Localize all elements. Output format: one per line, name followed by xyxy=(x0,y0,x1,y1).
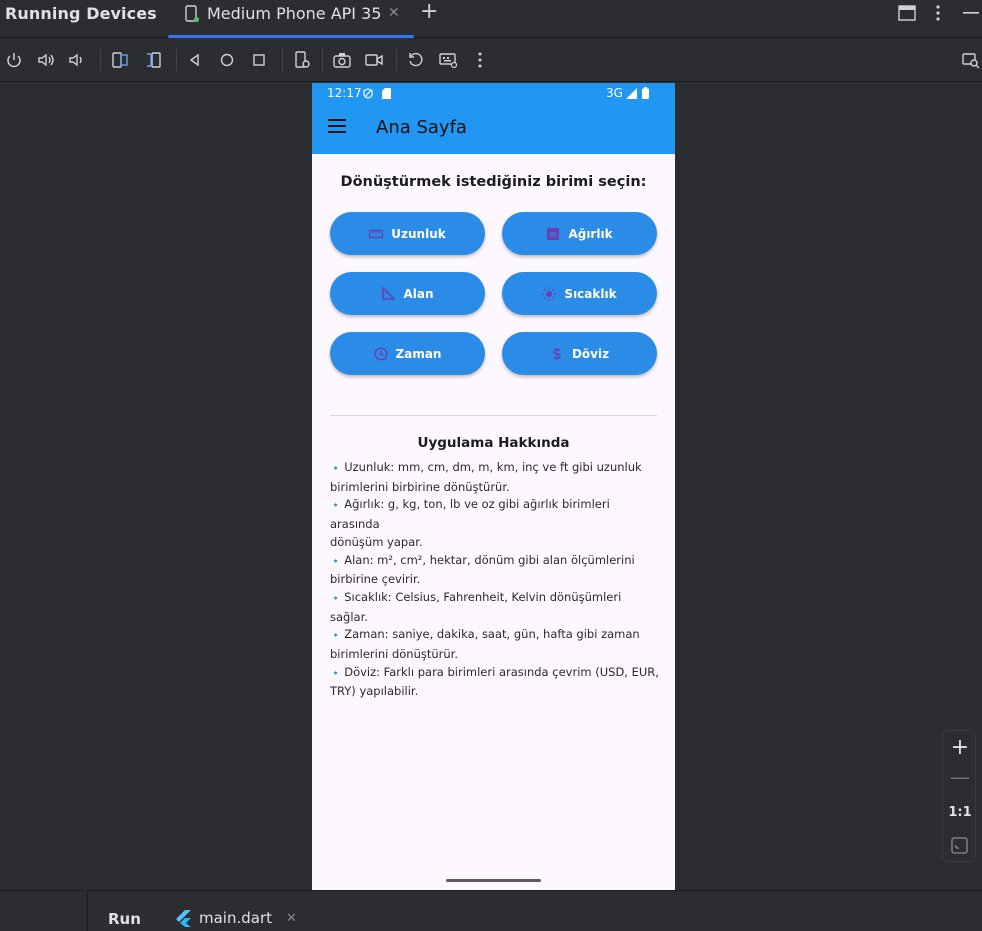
minimize-icon[interactable] xyxy=(963,12,979,14)
button-label: Alan xyxy=(403,286,434,301)
diamond-icon: 🔹 xyxy=(330,556,342,567)
about-line: 🔹 Alan: m², cm², hektar, dönüm gibi alan … xyxy=(330,552,635,567)
run-tab[interactable]: Run xyxy=(108,910,141,928)
about-line: 🔹 Ağırlık: g, kg, ton, lb ve oz gibi ağır… xyxy=(330,497,610,532)
close-icon[interactable]: ✕ xyxy=(388,5,400,21)
rotate-right-icon[interactable] xyxy=(143,50,163,70)
time-button[interactable]: Zaman xyxy=(330,332,485,375)
volume-down-icon[interactable] xyxy=(67,50,87,70)
diamond-icon: 🔹 xyxy=(330,501,342,512)
ruler-icon xyxy=(369,229,384,238)
layout-icon[interactable] xyxy=(898,5,916,21)
shield-icon xyxy=(363,88,373,99)
diamond-icon: 🔹 xyxy=(330,631,342,642)
about-text: 🔹 Uzunluk: mm, cm, dm, m, km, inç ve ft g… xyxy=(330,459,662,701)
app-bar: Ana Sayfa xyxy=(312,103,675,154)
zoom-in-icon[interactable]: + xyxy=(943,735,977,760)
about-line: birimlerini birbirine dönüştürür. xyxy=(330,479,510,494)
zoom-actual-size-button[interactable]: 1:1 xyxy=(943,805,977,820)
title-bar: Running Devices Medium Phone API 35 ✕ + xyxy=(0,0,982,38)
about-line: TRY) yapılabilir. xyxy=(330,684,419,699)
area-icon xyxy=(382,286,396,300)
temperature-button[interactable]: Sıcaklık xyxy=(502,272,657,315)
fit-screen-icon[interactable] xyxy=(951,837,968,854)
reset-icon[interactable] xyxy=(406,50,426,70)
screen-record-icon[interactable] xyxy=(364,50,384,70)
status-time: 12:17 xyxy=(327,86,362,100)
about-line: sağlar. xyxy=(330,609,368,624)
device-tab-label: Medium Phone API 35 xyxy=(207,4,382,23)
divider xyxy=(330,415,657,416)
app-title: Ana Sayfa xyxy=(376,117,467,138)
button-label: Döviz xyxy=(571,346,610,361)
about-line: dönüşüm yapar. xyxy=(330,534,423,549)
zoom-controls: + — 1:1 xyxy=(942,730,976,862)
screenshot-icon[interactable] xyxy=(332,50,352,70)
toolbar-separator xyxy=(322,49,323,71)
about-title: Uygulama Hakkında xyxy=(417,435,570,451)
active-tab-indicator xyxy=(168,35,414,38)
toolbar-separator xyxy=(100,49,101,71)
button-label: Sıcaklık xyxy=(564,286,617,301)
weight-button[interactable]: Ağırlık xyxy=(502,212,657,255)
network-label: 3G xyxy=(606,86,623,100)
overview-icon[interactable] xyxy=(249,50,269,70)
device-toolbar xyxy=(0,39,982,82)
battery-icon xyxy=(642,87,649,99)
flutter-icon xyxy=(176,910,191,927)
device-tab[interactable]: Medium Phone API 35 ✕ xyxy=(168,0,414,38)
about-line: birbirine çevirir. xyxy=(330,572,421,587)
file-tab[interactable]: main.dart xyxy=(199,909,272,927)
button-label: Ağırlık xyxy=(568,226,613,241)
diamond-icon: 🔹 xyxy=(330,593,342,604)
bottom-tool-bar: Run main.dart ✕ xyxy=(0,890,982,931)
zoom-out-icon[interactable]: — xyxy=(943,765,977,789)
sun-icon xyxy=(542,286,557,301)
clock-icon xyxy=(374,346,388,361)
signal-icon xyxy=(626,88,637,99)
about-line: 🔹 Döviz: Farklı para birimleri arasında ç… xyxy=(330,664,659,679)
device-mirroring-icon[interactable] xyxy=(961,50,981,70)
device-settings-icon[interactable] xyxy=(292,50,312,70)
add-tab-icon[interactable]: + xyxy=(420,1,438,23)
area-button[interactable]: Alan xyxy=(330,272,485,315)
sd-card-icon xyxy=(382,88,391,99)
device-icon xyxy=(185,5,200,23)
button-label: Uzunluk xyxy=(391,226,446,241)
toolbar-separator xyxy=(396,49,397,71)
length-button[interactable]: Uzunluk xyxy=(330,212,485,255)
options-icon[interactable] xyxy=(934,4,942,22)
toolbar-separator xyxy=(282,49,283,71)
volume-up-icon[interactable] xyxy=(36,50,56,70)
about-line: birimlerini dönüştürür. xyxy=(330,647,458,662)
toolbar-separator xyxy=(176,49,177,71)
phone-screen[interactable]: 12:17 3G Ana Sayfa Dönüştürmek istediğin… xyxy=(312,83,675,890)
about-line: 🔹 Uzunluk: mm, cm, dm, m, km, inç ve ft g… xyxy=(330,460,642,474)
home-icon[interactable] xyxy=(217,50,237,70)
keyboard-icon[interactable] xyxy=(438,50,458,70)
more-icon[interactable] xyxy=(470,50,490,70)
dollar-icon xyxy=(553,347,561,360)
about-line: 🔹 Zaman: saniye, dakika, saat, gün, hafta… xyxy=(330,627,640,642)
menu-icon[interactable] xyxy=(328,119,346,133)
currency-button[interactable]: Döviz xyxy=(502,332,657,375)
about-line: 🔹 Sıcaklık: Celsius, Fahrenheit, Kelvin d… xyxy=(330,589,622,604)
gesture-nav-handle[interactable] xyxy=(446,879,541,882)
close-icon[interactable]: ✕ xyxy=(286,911,297,926)
power-icon[interactable] xyxy=(4,50,24,70)
rotate-left-icon[interactable] xyxy=(110,50,130,70)
panel-title: Running Devices xyxy=(5,4,157,23)
select-unit-heading: Dönüştürmek istediğiniz birimi seçin: xyxy=(340,174,647,190)
bottom-left-pane xyxy=(0,891,88,931)
diamond-icon: 🔹 xyxy=(330,668,342,679)
status-bar: 12:17 3G xyxy=(312,83,675,103)
button-label: Zaman xyxy=(395,346,442,361)
diamond-icon: 🔹 xyxy=(330,464,342,474)
weight-icon xyxy=(547,227,560,240)
back-icon[interactable] xyxy=(185,50,205,70)
